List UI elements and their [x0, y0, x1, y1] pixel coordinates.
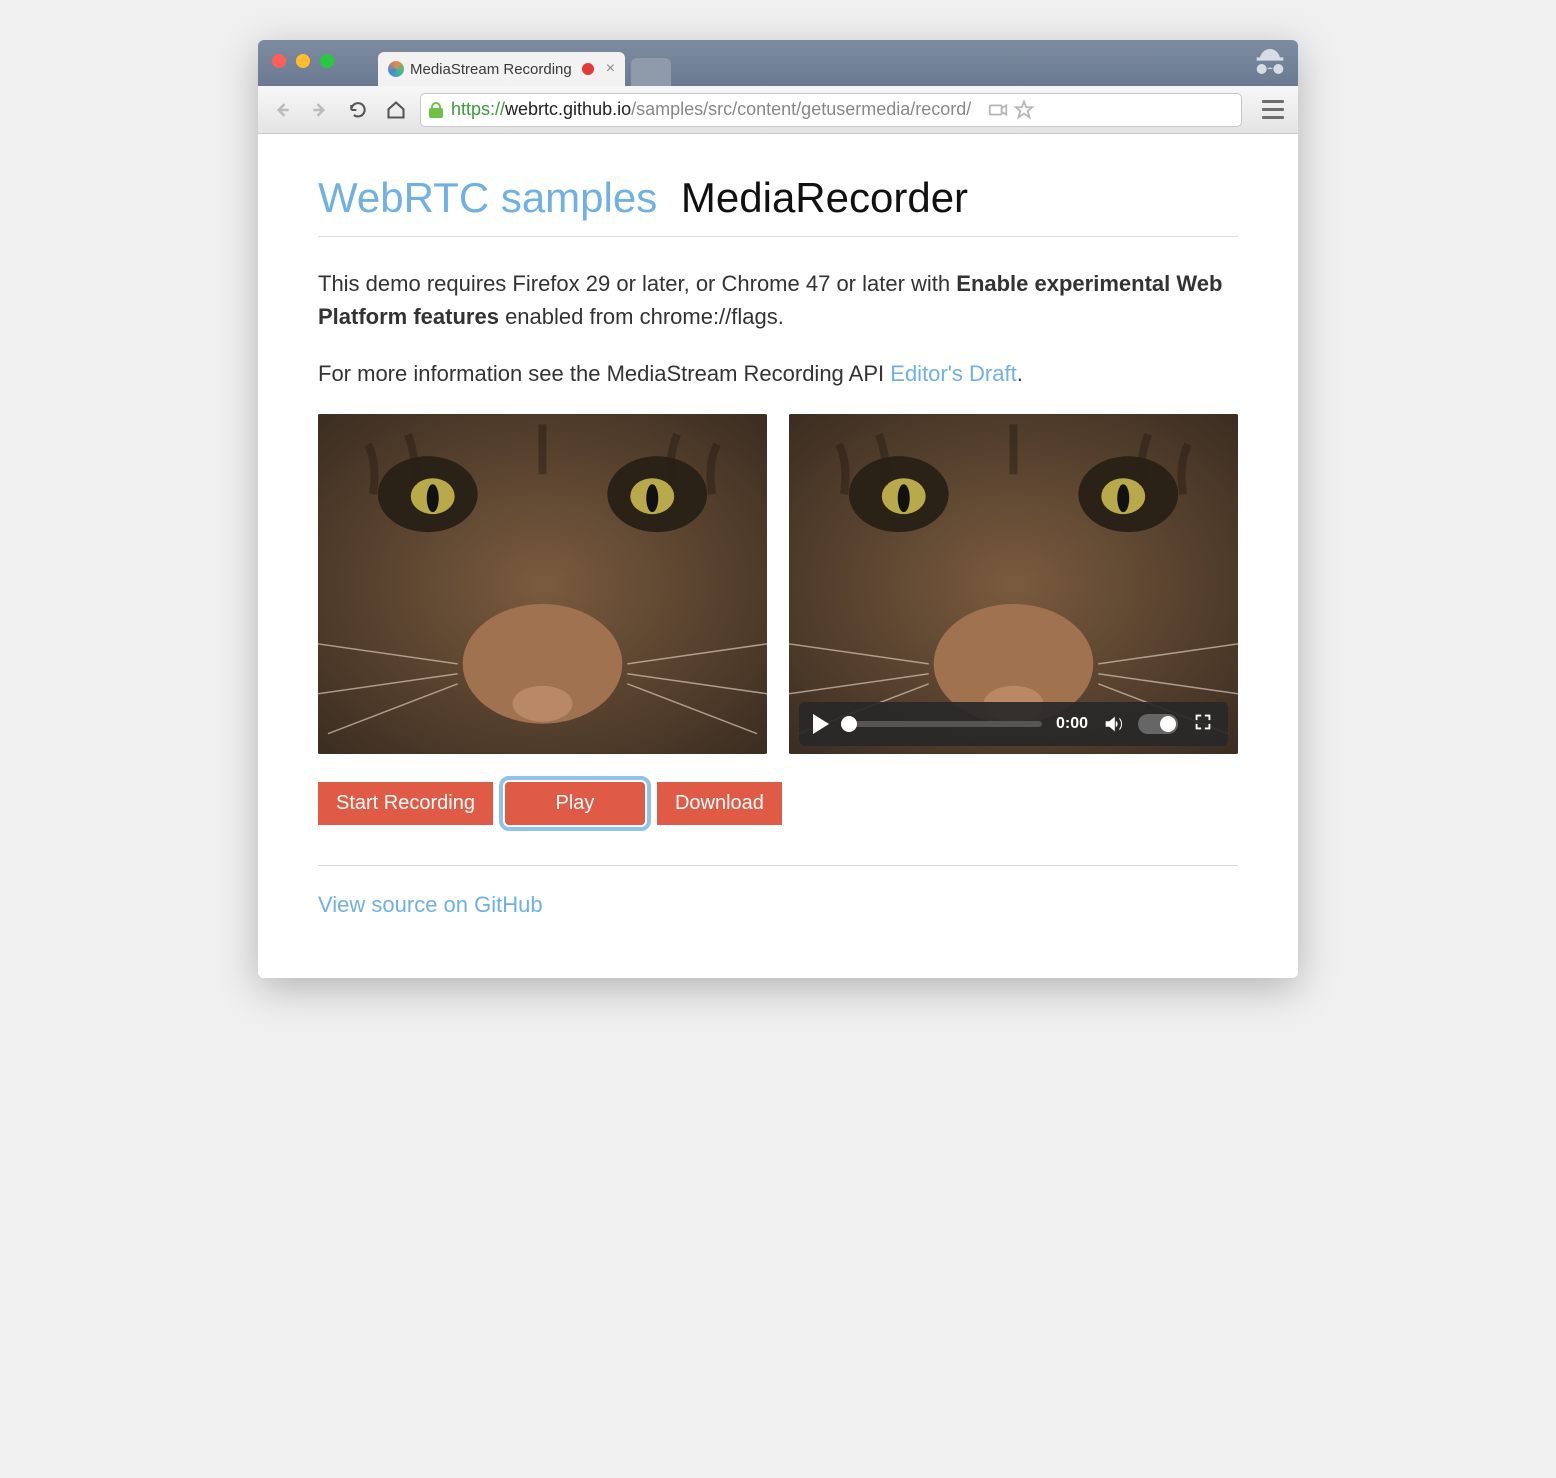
video-controls: 0:00: [799, 702, 1228, 746]
live-video: [318, 414, 767, 754]
star-icon[interactable]: [1013, 99, 1035, 121]
tab-strip: MediaStream Recording ×: [378, 40, 671, 86]
active-tab[interactable]: MediaStream Recording ×: [378, 52, 625, 86]
new-tab-button[interactable]: [631, 58, 671, 86]
address-bar[interactable]: https://webrtc.github.io/samples/src/con…: [420, 93, 1242, 127]
arrow-right-icon: [310, 100, 330, 120]
reload-button[interactable]: [344, 96, 372, 124]
forward-button[interactable]: [306, 96, 334, 124]
url-path: /samples/src/content/getusermedia/record…: [631, 99, 971, 119]
browser-window: MediaStream Recording × https: [258, 40, 1298, 978]
window-minimize-button[interactable]: [296, 54, 310, 68]
toggle-knob: [1160, 716, 1176, 732]
recording-indicator-icon: [582, 63, 594, 75]
video-seek-bar[interactable]: [843, 721, 1042, 727]
url-host: webrtc.github.io: [505, 99, 631, 119]
speaker-icon: [1102, 713, 1124, 735]
page-content: WebRTC samples MediaRecorder This demo r…: [258, 134, 1298, 978]
incognito-icon: [1250, 44, 1290, 84]
heading-title: MediaRecorder: [681, 174, 968, 221]
download-button[interactable]: Download: [657, 782, 782, 825]
title-bar: MediaStream Recording ×: [258, 40, 1298, 86]
video-time: 0:00: [1056, 715, 1088, 733]
tab-title: MediaStream Recording: [410, 61, 572, 78]
arrow-left-icon: [272, 100, 292, 120]
fullscreen-button[interactable]: [1192, 711, 1214, 738]
start-recording-button[interactable]: Start Recording: [318, 782, 493, 825]
play-button[interactable]: Play: [505, 782, 645, 825]
home-icon: [386, 100, 406, 120]
tab-close-button[interactable]: ×: [606, 60, 615, 78]
editors-draft-link[interactable]: Editor's Draft: [890, 361, 1016, 386]
intro-paragraph-1: This demo requires Firefox 29 or later, …: [318, 267, 1238, 333]
heading-link[interactable]: WebRTC samples: [318, 174, 657, 221]
cat-image: [318, 414, 767, 754]
page-heading: WebRTC samples MediaRecorder: [318, 174, 1238, 237]
traffic-lights: [272, 54, 334, 68]
recorded-video: 0:00: [789, 414, 1238, 754]
menu-button[interactable]: [1258, 95, 1288, 125]
video-toggle[interactable]: [1138, 714, 1178, 734]
back-button[interactable]: [268, 96, 296, 124]
intro-paragraph-2: For more information see the MediaStream…: [318, 357, 1238, 390]
url-scheme: https://: [451, 99, 505, 119]
button-row: Start Recording Play Download: [318, 782, 1238, 825]
url-text: https://webrtc.github.io/samples/src/con…: [451, 99, 971, 120]
footer: View source on GitHub: [318, 865, 1238, 918]
view-source-link[interactable]: View source on GitHub: [318, 892, 543, 917]
reload-icon: [348, 100, 368, 120]
home-button[interactable]: [382, 96, 410, 124]
urlbar-actions: [987, 99, 1035, 121]
volume-button[interactable]: [1102, 713, 1124, 735]
camera-icon[interactable]: [987, 99, 1009, 121]
seek-thumb[interactable]: [841, 716, 857, 732]
video-play-button[interactable]: [813, 714, 829, 734]
video-row: 0:00: [318, 414, 1238, 754]
fullscreen-icon: [1192, 711, 1214, 733]
toolbar: https://webrtc.github.io/samples/src/con…: [258, 86, 1298, 134]
window-zoom-button[interactable]: [320, 54, 334, 68]
window-close-button[interactable]: [272, 54, 286, 68]
hamburger-icon: [1262, 100, 1284, 103]
tab-favicon-icon: [388, 61, 404, 77]
lock-icon: [429, 102, 443, 118]
